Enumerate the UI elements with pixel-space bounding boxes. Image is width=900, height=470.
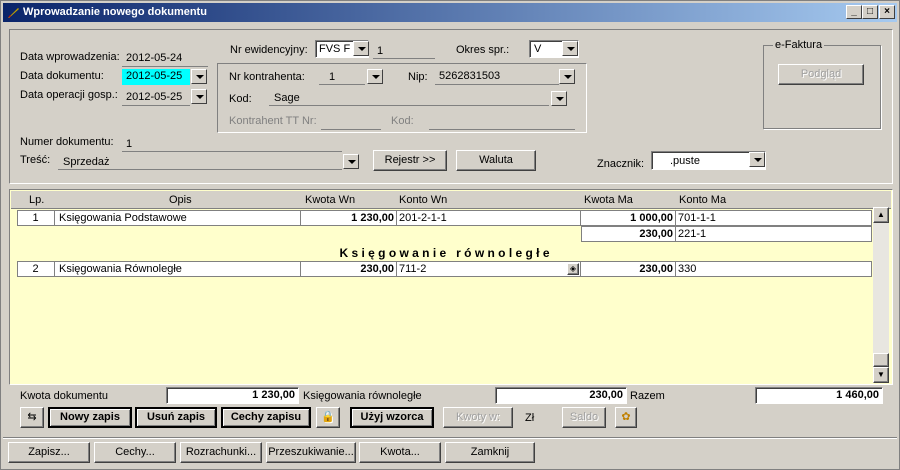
- col-konto-wn: Konto Wn: [399, 194, 448, 206]
- rozrachunki-button[interactable]: Rozrachunki...: [180, 442, 262, 463]
- kwota-dokumentu-label: Kwota dokumentu: [20, 390, 109, 402]
- maximize-button[interactable]: □: [862, 5, 878, 19]
- grid-header: [11, 191, 891, 209]
- row2-konto-ma: 330: [678, 263, 697, 275]
- kontrahent-tt-label: Kontrahent TT Nr:: [229, 115, 317, 127]
- col-lp: Lp.: [29, 194, 45, 206]
- nr-kontrahenta-dropdown[interactable]: [367, 69, 383, 84]
- data-operacji-value[interactable]: 2012-05-25: [126, 91, 182, 103]
- main-window: Wprowadzanie nowego dokumentu _ □ × Data…: [0, 0, 900, 470]
- efaktura-group: [763, 45, 881, 129]
- tresc-label: Treść:: [20, 154, 51, 166]
- data-operacji-label: Data operacji gosp.:: [20, 89, 118, 101]
- row1b-konto-ma: 221-1: [678, 228, 707, 240]
- currency-label: Zł: [525, 412, 535, 424]
- col-kwota-wn: Kwota Wn: [305, 194, 356, 206]
- przeszukiwanie-button[interactable]: Przeszukiwanie...: [266, 442, 356, 463]
- nr-ewidencyjny-dropdown[interactable]: [353, 41, 369, 56]
- tresc-dropdown[interactable]: [343, 154, 359, 169]
- ksiegowania-rownolegle-label: Księgowania równoległe: [303, 390, 422, 402]
- kod-dropdown[interactable]: [551, 91, 567, 106]
- numer-dokumentu-label: Numer dokumentu:: [20, 136, 114, 148]
- kwota-button[interactable]: Kwota...: [359, 442, 441, 463]
- row1-konto-ma: 701-1-1: [678, 212, 716, 224]
- podglad-button[interactable]: Podgląd: [778, 64, 864, 85]
- scroll-down-icon[interactable]: ▼: [873, 367, 889, 383]
- row2-konto-wn: 711-2: [397, 262, 581, 277]
- data-operacji-dropdown[interactable]: [191, 89, 207, 104]
- kod-label: Kod:: [229, 93, 252, 105]
- waluta-button[interactable]: Waluta: [456, 150, 536, 171]
- lock-icon[interactable]: 🔒: [316, 407, 340, 428]
- nip-value[interactable]: 5262831503: [439, 70, 500, 82]
- kod2-label: Kod:: [391, 115, 414, 127]
- scroll-up-icon[interactable]: ▲: [873, 207, 889, 223]
- okres-dropdown[interactable]: [562, 41, 578, 56]
- row1-konto-wn: 201-2-1-1: [397, 211, 581, 226]
- nip-label: Nip:: [408, 71, 428, 83]
- uzyj-wzorca-button[interactable]: Użyj wzorca: [350, 407, 434, 428]
- col-opis: Opis: [169, 194, 192, 206]
- row2-kwota-ma: 230,00: [581, 262, 676, 277]
- data-wprowadzenia-label: Data wprowadzenia:: [20, 51, 120, 63]
- nr-ewidencyjny-label: Nr ewidencyjny:: [230, 44, 308, 56]
- konto-lookup-icon[interactable]: ◈: [567, 263, 579, 275]
- app-icon: [8, 8, 19, 18]
- znacznik-dropdown[interactable]: [749, 152, 765, 167]
- row1-kwota-ma: 1 000,00: [581, 211, 676, 226]
- title-bar[interactable]: Wprowadzanie nowego dokumentu: [3, 3, 897, 22]
- row2-lp: 2: [17, 262, 55, 277]
- cechy-zapisu-button[interactable]: Cechy zapisu: [221, 407, 311, 428]
- kwota-dokumentu-value: 1 230,00: [166, 387, 299, 404]
- numer-dokumentu-value[interactable]: 1: [126, 138, 132, 150]
- row1b-kwota-ma: 230,00: [581, 227, 676, 242]
- nowy-zapis-button[interactable]: Nowy zapis: [48, 407, 132, 428]
- tresc-value[interactable]: Sprzedaż: [63, 156, 109, 168]
- rejestr-button[interactable]: Rejestr >>: [373, 150, 447, 171]
- window-title: Wprowadzanie nowego dokumentu: [23, 6, 207, 18]
- toggle-view-icon[interactable]: ⇆: [20, 407, 44, 428]
- close-button[interactable]: ×: [879, 5, 895, 19]
- nr-ewidencyjny-value[interactable]: 1: [377, 45, 383, 57]
- row2-opis: Księgowania Równoległe: [55, 262, 301, 277]
- usun-zapis-button[interactable]: Usuń zapis: [135, 407, 217, 428]
- saldo-button[interactable]: Saldo: [562, 407, 606, 428]
- efaktura-label: e-Faktura: [773, 39, 825, 51]
- row2-kwota-wn: 230,00: [301, 262, 397, 277]
- nr-kontrahenta-label: Nr kontrahenta:: [229, 71, 305, 83]
- razem-label: Razem: [630, 390, 665, 402]
- nip-dropdown[interactable]: [559, 69, 575, 84]
- data-dokumentu-field[interactable]: 2012-05-25: [122, 69, 190, 85]
- kod-value[interactable]: Sage: [274, 92, 300, 104]
- zapisz-button[interactable]: Zapisz...: [8, 442, 90, 463]
- section-heading: K s i ę g o w a n i e r ó w n o l e g ł …: [339, 246, 550, 260]
- col-konto-ma: Konto Ma: [679, 194, 727, 206]
- cechy-button[interactable]: Cechy...: [94, 442, 176, 463]
- data-dokumentu-dropdown[interactable]: [191, 69, 207, 84]
- razem-value: 1 460,00: [755, 387, 883, 404]
- kwoty-w-button[interactable]: Kwoty w:: [443, 407, 513, 428]
- data-wprowadzenia-value: 2012-05-24: [126, 52, 183, 64]
- minimize-button[interactable]: _: [846, 5, 862, 19]
- data-dokumentu-label: Data dokumentu:: [20, 70, 104, 82]
- row1-kwota-wn: 1 230,00: [301, 211, 397, 226]
- row1-lp: 1: [17, 211, 55, 226]
- znacznik-label: Znacznik:: [597, 158, 645, 170]
- nr-kontrahenta-value[interactable]: 1: [329, 71, 335, 83]
- ksiegowania-rownolegle-value: 230,00: [495, 387, 627, 404]
- zamknij-button[interactable]: Zamknij: [445, 442, 535, 463]
- col-kwota-ma: Kwota Ma: [584, 194, 633, 206]
- okres-label: Okres spr.:: [456, 44, 510, 56]
- settings-icon[interactable]: ✿: [615, 407, 637, 428]
- row1-opis: Księgowania Podstawowe: [55, 211, 301, 226]
- scroll-thumb[interactable]: [873, 353, 889, 367]
